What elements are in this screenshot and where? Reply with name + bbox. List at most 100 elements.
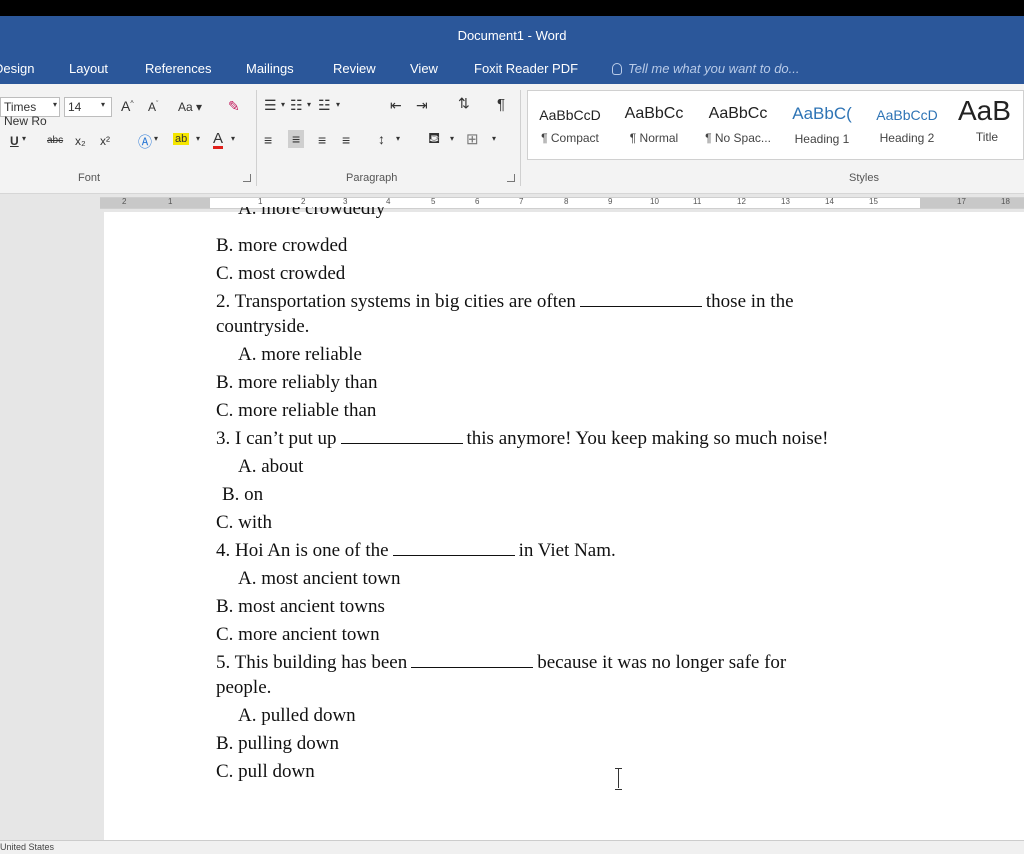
ruler-number: 11: [693, 197, 702, 206]
q5-stem-continued: people.: [216, 677, 272, 698]
align-left-icon[interactable]: ≡: [264, 132, 272, 148]
justify-icon[interactable]: ≡: [342, 132, 350, 148]
bullets-dropdown-icon[interactable]: ▾: [281, 100, 285, 109]
line-spacing-dropdown-icon[interactable]: ▾: [396, 134, 400, 143]
text-effects-icon[interactable]: Ⓐ: [138, 132, 152, 152]
q5-option-b: B. pulling down: [216, 733, 339, 754]
paragraph-group-label: Paragraph: [346, 172, 398, 184]
answer-blank: [411, 654, 534, 668]
q2-stem: 2. Transportation systems in big cities …: [216, 291, 794, 312]
q2-option-c: C. more reliable than: [216, 400, 377, 421]
multilevel-dropdown-icon[interactable]: ▾: [336, 100, 340, 109]
horizontal-ruler[interactable]: 2 1 1 2 3 4 5 6 7 8 9 10 11 12 13 14 15 …: [0, 194, 1024, 212]
numbering-icon[interactable]: ☷: [290, 97, 303, 114]
font-color-button[interactable]: A: [213, 131, 224, 149]
numbering-dropdown-icon[interactable]: ▾: [307, 100, 311, 109]
ruler-number: 8: [564, 197, 569, 206]
paragraph-dialog-launcher[interactable]: [507, 174, 515, 182]
q4-option-a: A. most ancient town: [238, 568, 401, 589]
grow-font-button[interactable]: A^: [121, 98, 134, 114]
clear-formatting-icon[interactable]: ✎: [228, 98, 240, 115]
change-case-button[interactable]: Aa ▾: [178, 100, 202, 114]
font-family-dropdown-icon[interactable]: ▾: [53, 100, 57, 109]
tab-references[interactable]: References: [145, 61, 211, 76]
text-effects-dropdown-icon[interactable]: ▾: [154, 134, 158, 143]
q5-option-c: C. pull down: [216, 761, 315, 782]
answer-blank: [579, 293, 702, 307]
decrease-indent-icon[interactable]: ⇤: [390, 97, 402, 114]
style-heading-1[interactable]: AaBbC( Heading 1: [780, 91, 864, 159]
underline-dropdown-icon[interactable]: ▾: [22, 134, 26, 143]
style-compact[interactable]: AaBbCcD ¶ Compact: [528, 91, 612, 159]
tab-review[interactable]: Review: [333, 61, 376, 76]
shading-dropdown-icon[interactable]: ▾: [450, 134, 454, 143]
style-heading-2[interactable]: AaBbCcD Heading 2: [864, 91, 950, 159]
ribbon-tabs: Design Layout References Mailings Review…: [0, 54, 1024, 84]
ruler-number: 1: [258, 197, 263, 206]
font-group-label: Font: [78, 172, 101, 184]
q3-option-c: C. with: [216, 512, 272, 533]
align-center-icon[interactable]: ≡: [288, 130, 305, 148]
style-title[interactable]: AaB Title: [950, 91, 1024, 159]
q5-stem: 5. This building has been because it was …: [216, 652, 787, 673]
style-normal[interactable]: AaBbCc ¶ Normal: [612, 91, 696, 159]
tab-layout[interactable]: Layout: [69, 61, 108, 76]
ruler-number: 18: [1001, 197, 1010, 206]
highlight-dropdown-icon[interactable]: ▾: [196, 134, 200, 143]
ruler-number: 4: [386, 197, 391, 206]
underline-button[interactable]: U: [10, 134, 19, 148]
bullets-icon[interactable]: ☰: [264, 97, 277, 114]
ribbon-separator: [520, 90, 521, 186]
status-bar: United States: [0, 840, 1024, 854]
status-language[interactable]: United States: [0, 842, 54, 852]
ruler-number: 3: [343, 197, 348, 206]
line-spacing-icon[interactable]: ↕: [378, 131, 385, 147]
tell-me-box[interactable]: Tell me what you want to do...: [612, 61, 800, 76]
q2-stem-continued: countryside.: [216, 316, 310, 337]
q1-option-c: C. most crowded: [216, 263, 346, 284]
q3-option-a: A. about: [238, 456, 304, 477]
highlight-color-button[interactable]: ab: [173, 133, 190, 145]
tell-me-text: Tell me what you want to do...: [628, 61, 800, 76]
increase-indent-icon[interactable]: ⇥: [416, 97, 428, 114]
ruler-number: 2: [301, 197, 306, 206]
align-right-icon[interactable]: ≡: [318, 132, 326, 148]
tab-view[interactable]: View: [410, 61, 438, 76]
ribbon-separator: [256, 90, 257, 186]
q5-option-a: A. pulled down: [238, 705, 356, 726]
font-size-dropdown-icon[interactable]: ▾: [101, 100, 105, 109]
borders-dropdown-icon[interactable]: ▾: [492, 134, 496, 143]
window-title: Document1 - Word: [457, 27, 567, 43]
q4-stem: 4. Hoi An is one of the in Viet Nam.: [216, 540, 616, 561]
multilevel-list-icon[interactable]: ☳: [318, 97, 331, 114]
tab-mailings[interactable]: Mailings: [246, 61, 294, 76]
font-size-value: 14: [68, 100, 82, 114]
style-no-spacing[interactable]: AaBbCc ¶ No Spac...: [696, 91, 780, 159]
font-color-dropdown-icon[interactable]: ▾: [231, 134, 235, 143]
superscript-button[interactable]: x²: [100, 134, 110, 148]
show-formatting-marks-icon[interactable]: ¶: [497, 96, 505, 113]
font-dialog-launcher[interactable]: [243, 174, 251, 182]
ruler-number: 17: [957, 197, 966, 206]
ruler-number: 14: [825, 197, 834, 206]
styles-gallery: AaBbCcD ¶ Compact AaBbCc ¶ Normal AaBbCc…: [527, 90, 1024, 160]
shrink-font-button[interactable]: Aˇ: [148, 100, 158, 114]
q2-option-a: A. more reliable: [238, 344, 362, 365]
shading-icon[interactable]: ⛾: [428, 130, 440, 149]
font-family-value: Times New Ro: [4, 100, 47, 128]
ruler-number: 10: [650, 197, 659, 206]
subscript-button[interactable]: x₂: [75, 134, 86, 148]
font-family-box[interactable]: Times New Ro: [0, 97, 60, 128]
ruler-number: 2: [122, 197, 127, 206]
borders-icon[interactable]: ⊞: [466, 130, 479, 148]
sort-icon[interactable]: ⇅: [458, 95, 470, 112]
q3-option-b: B. on: [222, 484, 264, 505]
ruler-number: 6: [475, 197, 480, 206]
text-cursor-ibeam-icon: [614, 768, 624, 790]
title-bar: Document1 - Word: [0, 16, 1024, 54]
ruler-left-margin: [100, 198, 210, 208]
tab-design[interactable]: Design: [0, 61, 34, 76]
strikethrough-button[interactable]: abc: [47, 135, 63, 146]
ruler-number: 5: [431, 197, 436, 206]
tab-foxit-reader-pdf[interactable]: Foxit Reader PDF: [474, 61, 578, 76]
